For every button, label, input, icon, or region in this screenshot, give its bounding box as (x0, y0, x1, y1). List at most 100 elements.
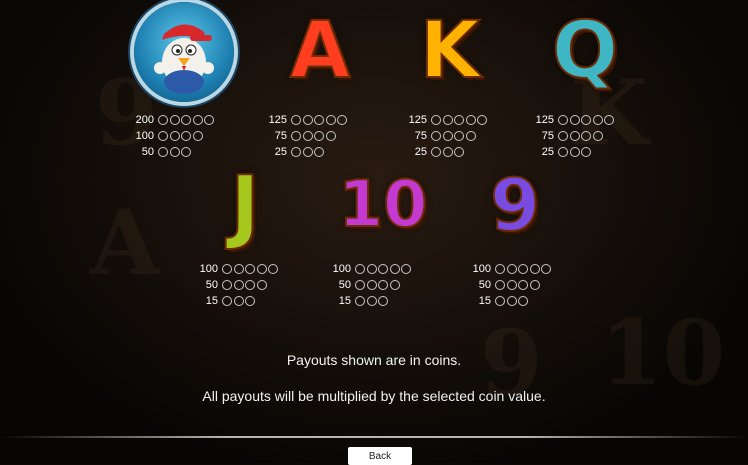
coin-icon (431, 147, 441, 157)
coin-icon (506, 296, 517, 306)
coin-icon (245, 264, 255, 274)
coin-icon (495, 280, 505, 290)
paytable-mascot: 200 100 50 (130, 112, 216, 160)
coin-icon (558, 147, 568, 157)
coin-icon (366, 280, 377, 290)
coin-icon (518, 296, 528, 306)
coin-icon (192, 115, 203, 125)
coin-icon (302, 131, 313, 141)
chicken-mascot-icon (154, 24, 214, 94)
coin-icon (454, 131, 464, 141)
payout-value: 25 (414, 146, 427, 158)
coin-icon (169, 131, 180, 141)
paytable-q: 125 75 25 (530, 112, 616, 160)
coin-icon (431, 131, 441, 141)
symbol-9-icon: 9 (489, 162, 541, 248)
coin-icon (442, 147, 453, 157)
back-button[interactable]: Back (348, 447, 412, 465)
coin-icon (592, 115, 603, 125)
coin-icon (245, 296, 255, 306)
coin-icon (569, 115, 580, 125)
coin-icon (314, 131, 324, 141)
coin-icon (518, 280, 528, 290)
paytable-k: 125 75 25 (403, 112, 489, 160)
coin-icon (169, 115, 180, 125)
mascot-symbol-icon (134, 2, 234, 102)
coin-icon (291, 131, 301, 141)
coin-icon (222, 280, 232, 290)
coin-icon (291, 115, 301, 125)
coin-icon (325, 115, 336, 125)
payout-value: 25 (274, 146, 287, 158)
footer-divider (0, 436, 748, 438)
payout-value: 100 (332, 263, 351, 275)
coin-icon (604, 115, 614, 125)
symbol-a-icon: A (289, 5, 351, 97)
payout-value: 15 (338, 295, 351, 307)
coin-icon (181, 147, 191, 157)
payout-value: 200 (135, 114, 154, 126)
coin-icon (442, 131, 453, 141)
payout-value: 100 (472, 263, 491, 275)
coin-icon (518, 264, 528, 274)
coin-icon (181, 115, 191, 125)
payout-value: 75 (541, 130, 554, 142)
coin-icon (454, 115, 464, 125)
coin-icon (558, 115, 568, 125)
coin-icon (233, 296, 244, 306)
payout-value: 15 (205, 295, 218, 307)
coin-icon (355, 296, 365, 306)
coin-icon (158, 115, 168, 125)
coin-icon (378, 264, 388, 274)
coin-icon (389, 280, 400, 290)
coin-icon (355, 264, 365, 274)
coin-icon (256, 264, 267, 274)
payout-value: 50 (141, 146, 154, 158)
coin-icon (233, 264, 244, 274)
coin-icon (204, 115, 214, 125)
payout-value: 125 (408, 114, 427, 126)
coin-icon (355, 280, 365, 290)
coin-icon (477, 115, 487, 125)
payout-value: 125 (268, 114, 287, 126)
coin-icon (431, 115, 441, 125)
coin-icon (291, 147, 301, 157)
coin-icon (378, 296, 388, 306)
payout-value: 15 (478, 295, 491, 307)
coin-icon (541, 264, 551, 274)
coin-icon (569, 147, 580, 157)
coin-icon (495, 296, 505, 306)
coin-icon (314, 147, 324, 157)
coin-icon (581, 131, 591, 141)
symbol-10-icon: 10 (337, 167, 428, 243)
coin-icon (506, 264, 517, 274)
coin-icon (592, 131, 603, 141)
payout-value: 125 (535, 114, 554, 126)
coin-icon (465, 115, 476, 125)
symbol-j-icon: J (229, 158, 261, 253)
coin-icon (222, 296, 232, 306)
payout-value: 50 (478, 279, 491, 291)
coin-icon (529, 264, 540, 274)
coin-icon (325, 131, 336, 141)
coin-icon (366, 264, 377, 274)
coin-icon (454, 147, 464, 157)
coin-icon (581, 147, 591, 157)
coin-icon (302, 115, 313, 125)
payout-value: 75 (274, 130, 287, 142)
payout-info-coins: Payouts shown are in coins. (286, 352, 462, 368)
coin-icon (529, 280, 540, 290)
coin-icon (378, 280, 388, 290)
coin-icon (314, 115, 324, 125)
paytable-9: 100 50 15 (467, 261, 553, 309)
coin-icon (366, 296, 377, 306)
symbol-q-icon: Q (551, 5, 619, 97)
coin-icon (581, 115, 591, 125)
coin-icon (169, 147, 180, 157)
symbol-k-icon: K (419, 5, 481, 97)
payout-value: 75 (414, 130, 427, 142)
coin-icon (256, 280, 267, 290)
coin-icon (558, 131, 568, 141)
bg-symbol: A (90, 190, 160, 296)
paytable-a: 125 75 25 (263, 112, 349, 160)
